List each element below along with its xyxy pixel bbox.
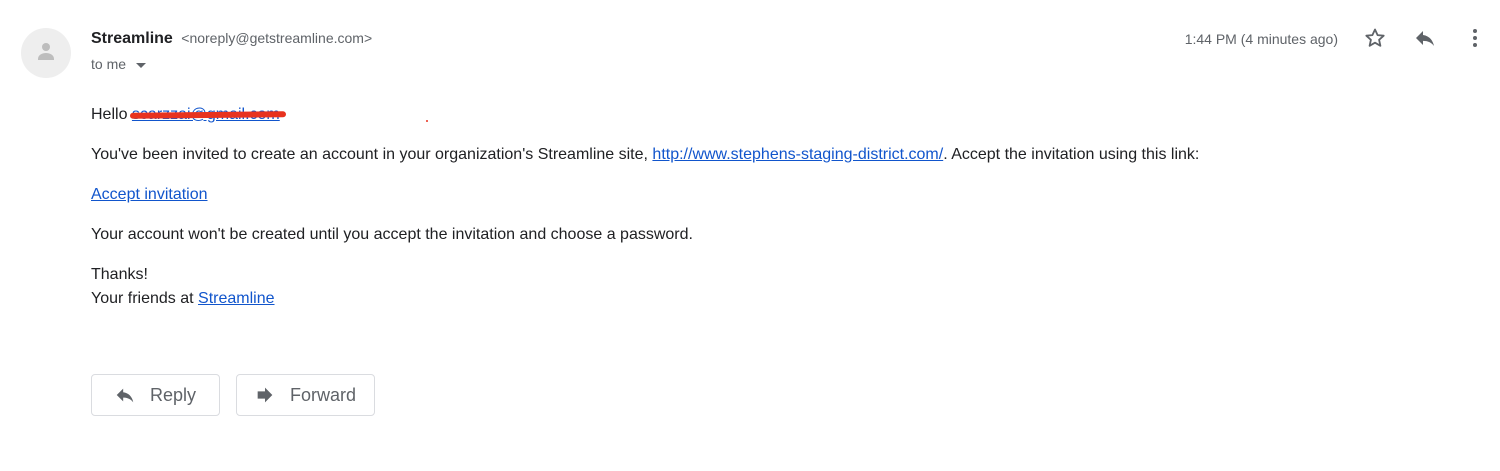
forward-icon <box>254 384 276 406</box>
sender-name[interactable]: Streamline <box>91 30 173 47</box>
email-message: Streamline <noreply@getstreamline.com> t… <box>0 0 1500 471</box>
thanks-line: Thanks! <box>91 266 148 283</box>
reply-icon <box>114 384 136 406</box>
redaction-dot <box>426 120 428 122</box>
streamline-link[interactable]: Streamline <box>198 290 274 307</box>
account-note: Your account won't be created until you … <box>91 226 693 243</box>
sender-line: Streamline <noreply@getstreamline.com> <box>91 30 372 48</box>
to-label: to me <box>91 56 127 72</box>
accept-invitation-link[interactable]: Accept invitation <box>91 186 208 203</box>
forward-button[interactable]: Forward <box>236 374 375 416</box>
reply-icon <box>1413 26 1437 55</box>
avatar[interactable] <box>21 28 71 78</box>
site-link[interactable]: http://www.stephens-staging-district.com… <box>652 146 943 163</box>
greeting: Hello <box>91 106 128 123</box>
greeting-line: Hello scarzzai@gmail.com <box>91 106 286 124</box>
person-icon <box>34 39 58 68</box>
star-button[interactable] <box>1361 26 1389 54</box>
signature-line: Your friends at Streamline <box>91 290 275 308</box>
reply-header-button[interactable] <box>1411 26 1439 54</box>
more-vert-icon <box>1463 26 1487 55</box>
reply-button[interactable]: Reply <box>91 374 220 416</box>
invite-line: You've been invited to create an account… <box>91 146 1199 164</box>
invite-prefix: You've been invited to create an account… <box>91 146 653 163</box>
friends-prefix: Your friends at <box>91 290 199 307</box>
recipient-details-toggle[interactable]: to me <box>91 56 147 72</box>
forward-button-label: Forward <box>290 384 357 405</box>
redacted-email[interactable]: scarzzai@gmail.com <box>129 106 286 123</box>
accept-line: Accept invitation <box>91 186 208 204</box>
reply-button-label: Reply <box>150 384 197 405</box>
sender-email: <noreply@getstreamline.com> <box>181 30 373 46</box>
timestamp: 1:44 PM (4 minutes ago) <box>1184 31 1338 47</box>
chevron-down-icon[interactable] <box>136 62 147 68</box>
invite-suffix: . Accept the invitation using this link: <box>943 146 1200 163</box>
star-icon <box>1363 26 1387 55</box>
more-options-button[interactable] <box>1461 26 1489 54</box>
